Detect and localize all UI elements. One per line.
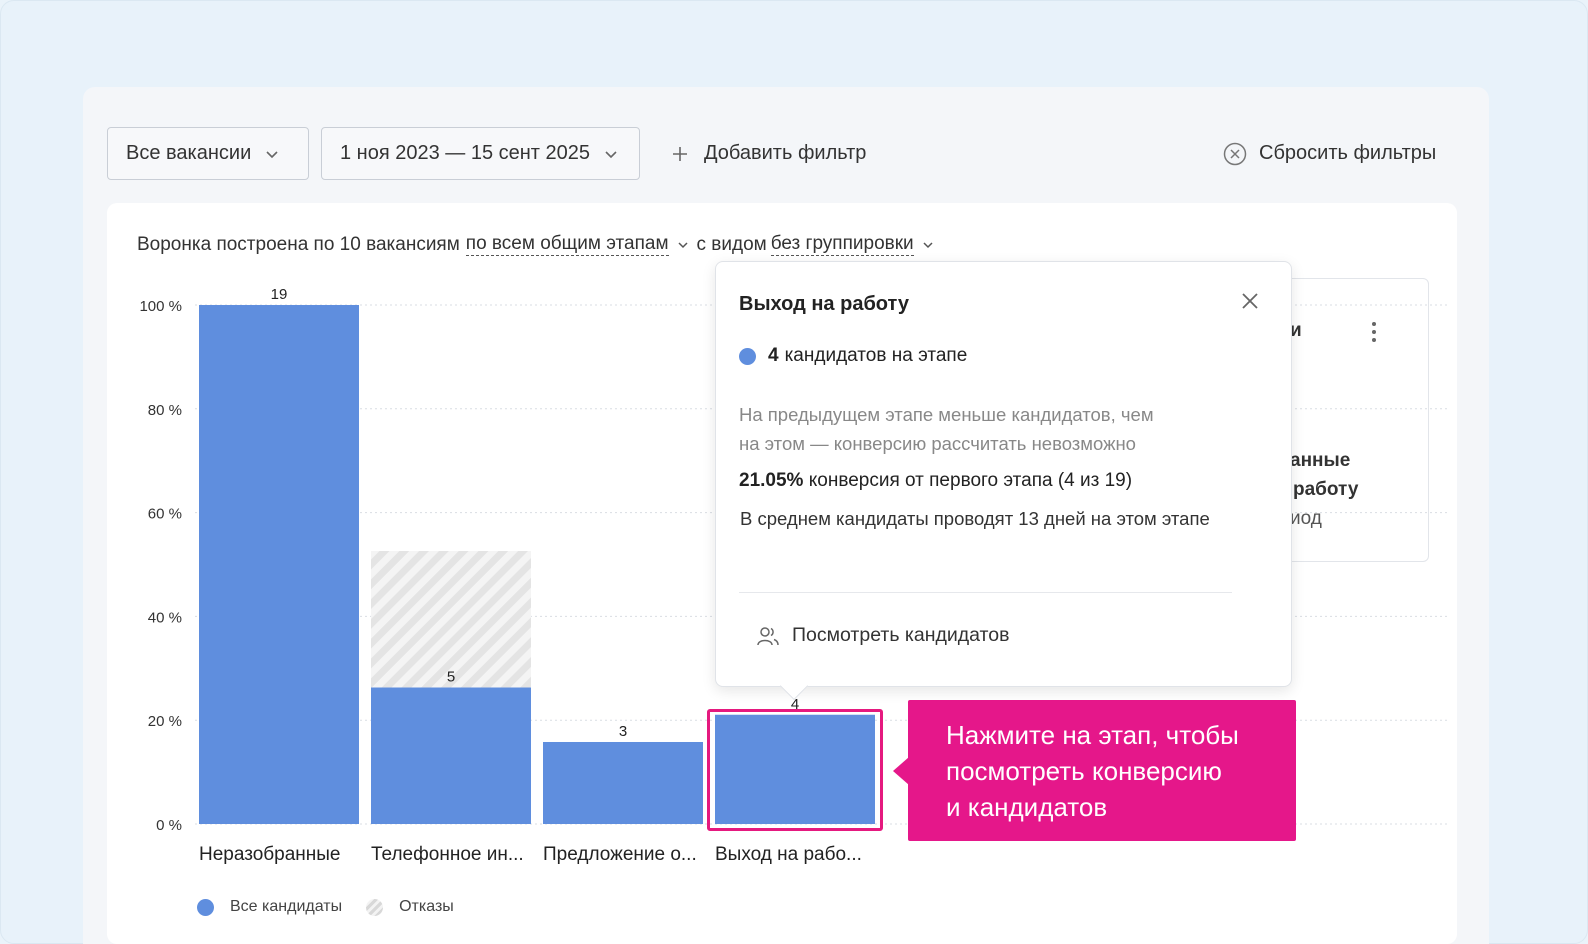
callout-line1: Нажмите на этап, чтобы <box>946 720 1239 750</box>
close-icon[interactable] <box>1241 292 1259 310</box>
popup-divider <box>739 592 1232 593</box>
legend-item-rejects[interactable]: Отказы <box>366 898 454 916</box>
callout-pointer <box>893 757 909 785</box>
category-label: Неразобранные <box>199 844 341 865</box>
popup-conversion-value: 21.05% <box>739 470 804 491</box>
series-dot-icon <box>739 347 756 365</box>
legend-hatch-icon <box>366 898 384 916</box>
bar-value-label: 3 <box>619 723 627 740</box>
y-tick-label: 0 % <box>156 817 182 834</box>
y-tick-label: 100 % <box>139 298 182 315</box>
y-tick-label: 60 % <box>148 506 182 523</box>
popup-note-line1: На предыдущем этапе меньше кандидатов, ч… <box>739 404 1154 425</box>
popup-note: На предыдущем этапе меньше кандидатов, ч… <box>739 400 1239 458</box>
category-label: Телефонное ин... <box>371 844 524 865</box>
y-tick-label: 40 % <box>148 609 182 626</box>
popup-conversion-text: конверсия от первого этапа (4 из 19) <box>808 470 1133 491</box>
y-tick-label: 20 % <box>148 713 182 730</box>
legend-item-all[interactable]: Все кандидаты <box>197 898 342 916</box>
bar-value-label: 5 <box>447 669 455 686</box>
view-candidates-label: Посмотреть кандидатов <box>792 624 1010 646</box>
popup-count: 4 кандидатов на этапе <box>739 345 967 367</box>
legend-label-rejects: Отказы <box>399 898 454 915</box>
reject-bar <box>371 551 531 688</box>
category-label: Выход на рабо... <box>715 844 862 865</box>
legend-label-all: Все кандидаты <box>230 898 343 915</box>
y-tick-label: 80 % <box>148 402 182 419</box>
callout-line2: посмотреть конверсию <box>946 756 1222 786</box>
popup-count-text: кандидатов на этапе <box>784 345 968 366</box>
chart-legend: Все кандидаты Отказы <box>197 898 478 916</box>
stage-bar[interactable] <box>371 687 531 824</box>
popup-average-time: В среднем кандидаты проводят 13 дней на … <box>740 508 1210 529</box>
popup-title: Выход на работу <box>739 293 909 315</box>
selected-stage-highlight <box>707 709 883 831</box>
bar-value-label: 19 <box>271 286 288 303</box>
category-label: Предложение о... <box>543 844 697 865</box>
legend-dot-icon <box>197 898 214 916</box>
popup-note-line2: на этом — конверсию рассчитать невозможн… <box>739 433 1136 454</box>
view-candidates-button[interactable]: Посмотреть кандидатов <box>756 624 1009 647</box>
stage-bar[interactable] <box>543 741 703 824</box>
users-icon <box>757 626 779 645</box>
popup-count-number: 4 <box>768 345 779 366</box>
stage-bar[interactable] <box>199 305 359 824</box>
hint-callout: Нажмите на этап, чтобы посмотреть конвер… <box>908 700 1296 841</box>
callout-line3: и кандидатов <box>946 792 1108 822</box>
popup-conversion: 21.05% конверсия от первого этапа (4 из … <box>739 470 1132 492</box>
